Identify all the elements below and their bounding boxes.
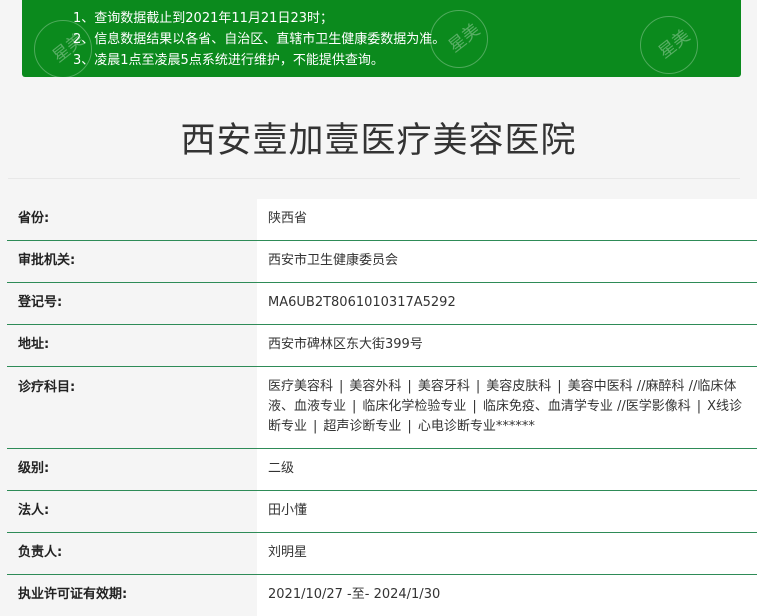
authority-value: 西安市卫生健康委员会 — [268, 253, 399, 268]
department-item: 临床化学检验专业 — [362, 399, 467, 414]
reg-no-label: 登记号: — [7, 283, 257, 324]
person-in-charge-label: 负责人: — [7, 533, 257, 574]
departments-value: 医疗美容科 | 美容外科 | 美容牙科 | 美容皮肤科 | 美容中医科 //麻醉科 //临床体液… — [257, 367, 757, 448]
separator: | — [407, 379, 412, 394]
legal-person-label: 法人: — [7, 491, 257, 532]
authority-label: 审批机关: — [7, 241, 257, 282]
reg-no-value: MA6UB2T8061010317A5292 — [268, 295, 456, 310]
address-label: 地址: — [7, 325, 257, 366]
province-value: 陕西省 — [268, 211, 308, 226]
notice-item: 2、信息数据结果以各省、自治区、直辖市卫生健康委数据为准。 — [73, 32, 446, 47]
separator: | — [557, 379, 562, 394]
address-value: 西安市碑林区东大街399号 — [268, 337, 423, 352]
license-validity-value: 2021/10/27 -至- 2024/1/30 — [268, 587, 441, 602]
department-item: 医疗美容科 — [268, 379, 334, 394]
level-row: 级别: 二级 — [7, 449, 757, 491]
department-item: 临床免疫、血清学专业 //医学影像科 — [482, 399, 691, 414]
notice-banner: 星美 星美 星美 1、查询数据截止到2021年11月21日23时； 2、信息数据… — [22, 0, 741, 77]
license-validity-label: 执业许可证有效期: — [7, 575, 257, 616]
separator: | — [339, 379, 344, 394]
reg-no-row: 登记号: MA6UB2T8061010317A5292 — [7, 283, 757, 325]
department-item: 心电诊断专业****** — [417, 419, 535, 434]
address-row: 地址: 西安市碑林区东大街399号 — [7, 325, 757, 367]
notice-item: 1、查询数据截止到2021年11月21日23时； — [73, 11, 333, 26]
hospital-name-title: 西安壹加壹医疗美容医院 — [180, 121, 577, 161]
separator: | — [407, 419, 412, 434]
authority-row: 审批机关: 西安市卫生健康委员会 — [7, 241, 757, 283]
department-item: 美容外科 — [349, 379, 402, 394]
department-item: 美容皮肤科 — [486, 379, 552, 394]
legal-person-row: 法人: 田小懂 — [7, 491, 757, 533]
separator: | — [313, 419, 318, 434]
license-validity-row: 执业许可证有效期: 2021/10/27 -至- 2024/1/30 — [7, 575, 757, 616]
person-in-charge-row: 负责人: 刘明星 — [7, 533, 757, 575]
department-item: 美容牙科 — [417, 379, 470, 394]
level-value: 二级 — [268, 461, 295, 476]
notice-list: 1、查询数据截止到2021年11月21日23时； 2、信息数据结果以各省、自治区… — [73, 8, 445, 71]
legal-person-value: 田小懂 — [268, 503, 308, 518]
notice-item: 3、凌晨1点至凌晨5点系统进行维护，不能提供查询。 — [73, 53, 384, 68]
person-in-charge-value: 刘明星 — [268, 545, 308, 560]
level-label: 级别: — [7, 449, 257, 490]
province-label: 省份: — [7, 199, 257, 240]
province-row: 省份: 陕西省 — [7, 199, 757, 241]
title-divider — [8, 178, 740, 179]
separator: | — [352, 399, 357, 414]
departments-label: 诊疗科目: — [7, 367, 257, 448]
separator: | — [475, 379, 481, 394]
hospital-info-table: 省份: 陕西省 审批机关: 西安市卫生健康委员会 登记号: MA6UB2T806… — [7, 199, 757, 616]
separator: | — [472, 399, 477, 414]
separator: | — [696, 399, 702, 414]
department-item: 超声诊断专业 — [323, 419, 402, 434]
departments-row: 诊疗科目: 医疗美容科 | 美容外科 | 美容牙科 | 美容皮肤科 | 美容中医科 //麻醉科 … — [7, 367, 757, 449]
